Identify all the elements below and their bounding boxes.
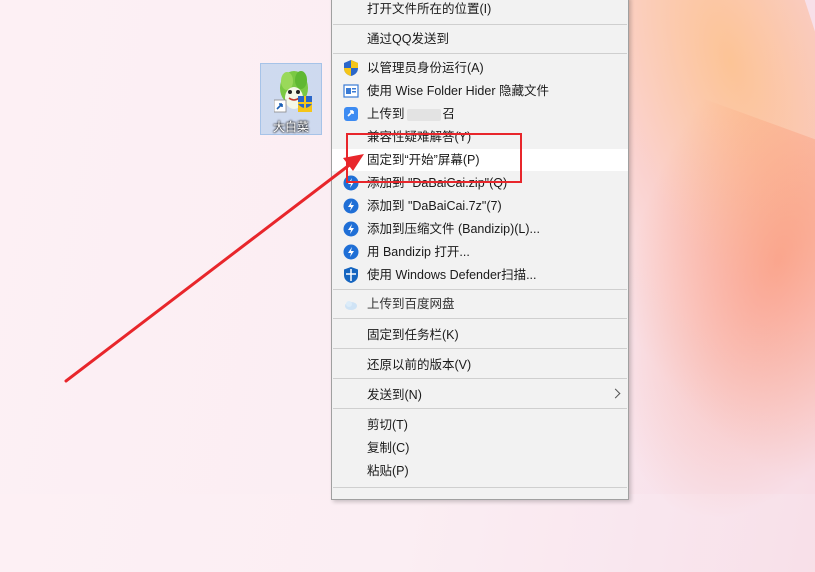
annotation-arrow [64, 154, 364, 383]
